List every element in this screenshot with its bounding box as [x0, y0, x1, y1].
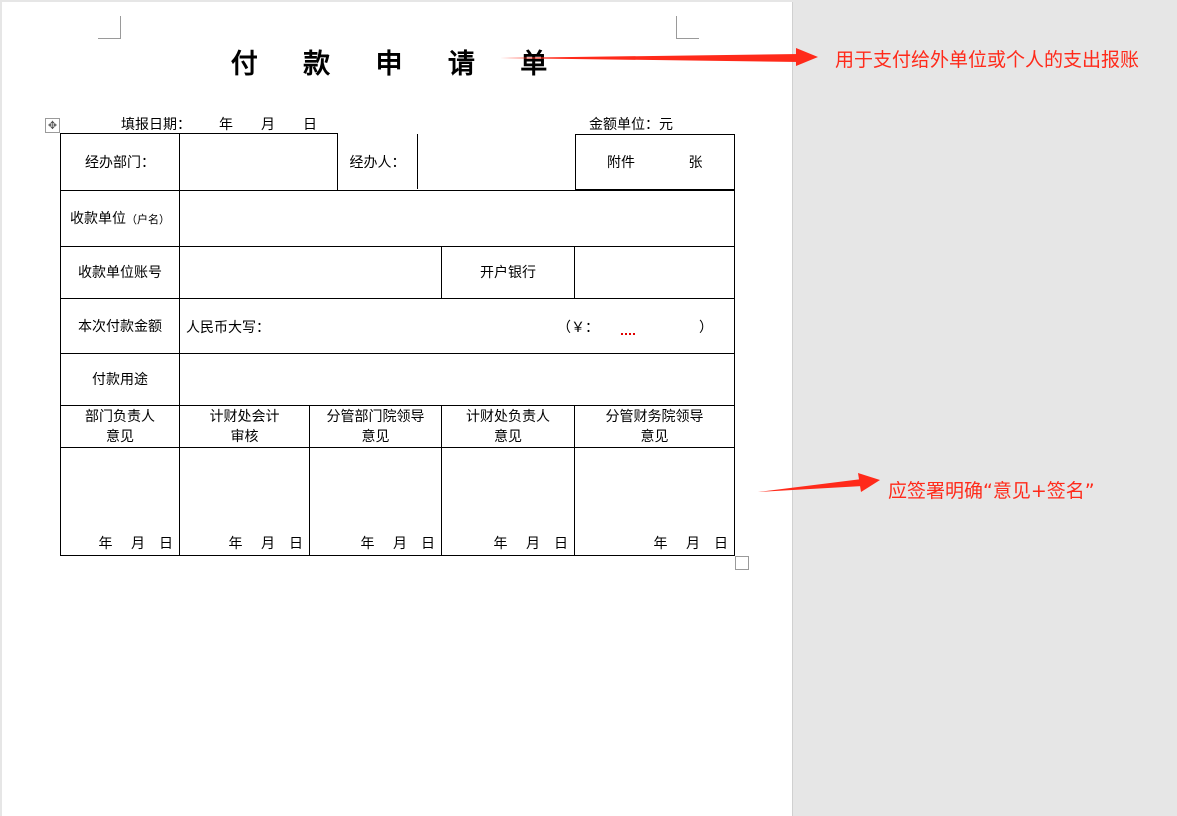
annotation-arrows [500, 48, 880, 492]
title-annotation-note: 用于支付给外单位或个人的支出报账 [835, 49, 1140, 71]
signature-annotation-note: 应签署明确“意见+签名” [888, 480, 1095, 502]
signature-arrow-icon [758, 473, 880, 492]
title-arrow-icon [500, 48, 818, 66]
